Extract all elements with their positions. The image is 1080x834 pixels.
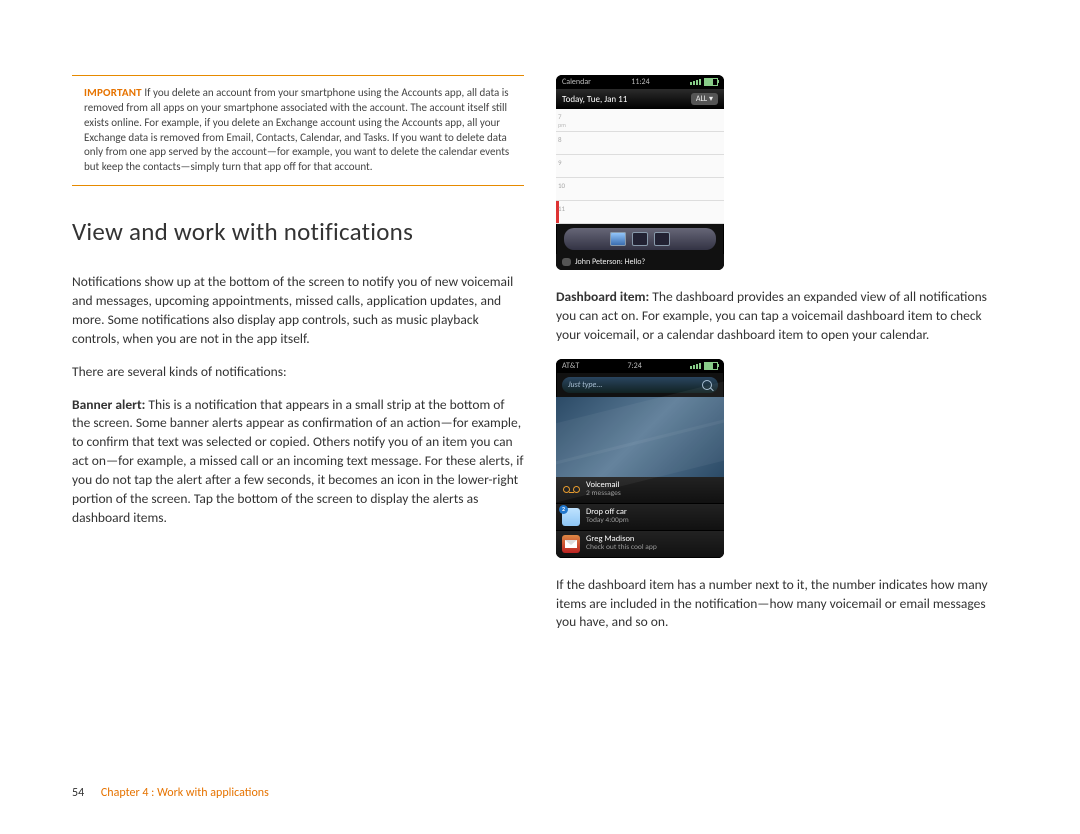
important-label: IMPORTANT: [84, 86, 142, 99]
status-time: 11:24: [631, 77, 649, 87]
banner-notification[interactable]: John Peterson: Hello?: [556, 254, 724, 270]
chapter-label: Chapter 4 : Work with applications: [101, 786, 269, 800]
banner-alert-text: This is a notification that appears in a…: [72, 396, 524, 526]
dashboard-item-paragraph: Dashboard item: The dashboard provides a…: [556, 288, 1008, 345]
kinds-paragraph: There are several kinds of notifications…: [72, 363, 524, 382]
dashboard-item-email[interactable]: Greg Madison Check out this cool app: [556, 531, 724, 558]
status-time: 7:24: [627, 361, 641, 371]
screenshot-calendar: Calendar 11:24 Today, Tue, Jan 11 ALL ▾ …: [556, 75, 724, 270]
calendar-filter-button[interactable]: ALL ▾: [691, 93, 718, 105]
status-app-name: Calendar: [562, 77, 591, 87]
quick-launch-icon[interactable]: [632, 232, 648, 246]
banner-alert-term: Banner alert:: [72, 396, 145, 413]
screenshot-dashboard: AT&T 7:24 Just type... Voicemail 2 messa…: [556, 359, 724, 558]
chat-icon: [562, 258, 571, 266]
calendar-row[interactable]: 9: [556, 155, 724, 178]
left-column: IMPORTANT If you delete an account from …: [72, 75, 524, 646]
right-column: Calendar 11:24 Today, Tue, Jan 11 ALL ▾ …: [556, 75, 1008, 646]
signal-icon: [690, 363, 701, 369]
important-note: IMPORTANT If you delete an account from …: [72, 75, 524, 186]
page-footer: 54 Chapter 4 : Work with applications: [72, 786, 269, 800]
calendar-row[interactable]: 7pm: [556, 109, 724, 132]
dashboard-number-paragraph: If the dashboard item has a number next …: [556, 576, 1008, 633]
calendar-row[interactable]: 8: [556, 132, 724, 155]
banner-message: John Peterson: Hello?: [575, 257, 645, 267]
wifi-icon: [690, 79, 701, 85]
battery-icon: [704, 362, 718, 370]
status-bar: Calendar 11:24: [556, 75, 724, 89]
page-number: 54: [72, 786, 84, 800]
quick-launch-icon[interactable]: [610, 232, 626, 246]
launcher-background: [556, 397, 724, 477]
quick-launch-icon[interactable]: [654, 232, 670, 246]
important-text: If you delete an account from your smart…: [84, 86, 509, 173]
mail-icon: [562, 535, 580, 553]
page: IMPORTANT If you delete an account from …: [0, 0, 1080, 686]
dashboard-item-term: Dashboard item:: [556, 288, 649, 305]
calendar-header: Today, Tue, Jan 11 ALL ▾: [556, 89, 724, 109]
voicemail-icon: [562, 481, 580, 499]
search-placeholder: Just type...: [568, 380, 602, 390]
dashboard-item-calendar[interactable]: 2 Drop off car Today 4:00pm: [556, 504, 724, 531]
section-heading: View and work with notifications: [72, 216, 524, 247]
calendar-row-current[interactable]: 11: [556, 201, 724, 224]
calendar-date: Today, Tue, Jan 11: [562, 94, 627, 105]
dashboard-item-sub: Today 4:00pm: [586, 517, 629, 525]
intro-paragraph: Notifications show up at the bottom of t…: [72, 273, 524, 349]
status-bar: AT&T 7:24: [556, 359, 724, 373]
calendar-icon: 2: [562, 508, 580, 526]
quick-launch-bar: [564, 228, 716, 250]
battery-icon: [704, 78, 718, 86]
dashboard-item-sub: Check out this cool app: [586, 544, 657, 552]
calendar-body: 7pm 8 9 10 11: [556, 109, 724, 224]
calendar-row[interactable]: 10: [556, 178, 724, 201]
badge-count: 2: [559, 505, 568, 514]
banner-alert-paragraph: Banner alert: This is a notification tha…: [72, 396, 524, 528]
status-carrier: AT&T: [562, 361, 579, 371]
